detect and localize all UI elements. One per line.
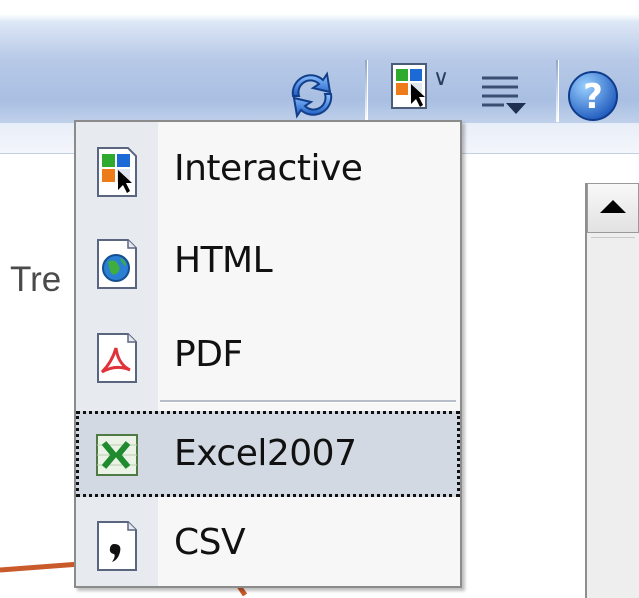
toolbar-separator — [365, 60, 368, 122]
chevron-down-icon: ∨ — [433, 66, 450, 91]
up-arrow-icon — [600, 200, 626, 213]
help-button[interactable]: ? — [566, 60, 639, 130]
scroll-up-button[interactable] — [587, 183, 639, 233]
menu-item-html[interactable]: HTML — [76, 218, 460, 304]
scroll-track[interactable] — [587, 233, 639, 598]
menu-item-csv[interactable]: CSV — [76, 500, 460, 586]
svg-text:?: ? — [583, 77, 603, 117]
list-options-button[interactable] — [476, 66, 536, 122]
report-toolbar: ∨ ? — [0, 0, 639, 123]
list-options-icon — [482, 76, 526, 114]
csv-export-icon — [97, 521, 137, 571]
html-export-icon — [97, 239, 137, 289]
toolbar-separator — [556, 60, 559, 122]
interactive-export-icon — [97, 147, 137, 197]
menu-item-label: Interactive — [174, 148, 363, 189]
export-dropdown-menu: Interactive HTML PDF Excel2007 CSV — [74, 120, 462, 588]
refresh-icon — [291, 71, 333, 119]
menu-item-label: PDF — [174, 334, 243, 375]
export-icon — [391, 63, 427, 109]
menu-item-pdf[interactable]: PDF — [76, 312, 460, 398]
menu-item-label: CSV — [174, 522, 246, 563]
partial-heading-text: Tre — [10, 260, 62, 299]
menu-item-excel2007[interactable]: Excel2007 — [76, 411, 460, 497]
menu-divider — [160, 400, 456, 403]
vertical-scrollbar[interactable] — [585, 183, 639, 598]
pdf-export-icon — [97, 333, 137, 383]
menu-item-label: Excel2007 — [174, 433, 357, 474]
menu-item-interactive[interactable]: Interactive — [76, 126, 460, 212]
refresh-button[interactable] — [283, 66, 341, 122]
export-button[interactable]: ∨ — [389, 60, 449, 126]
menu-item-label: HTML — [174, 240, 273, 281]
excel-export-icon — [96, 434, 138, 476]
help-icon: ? — [568, 71, 618, 121]
